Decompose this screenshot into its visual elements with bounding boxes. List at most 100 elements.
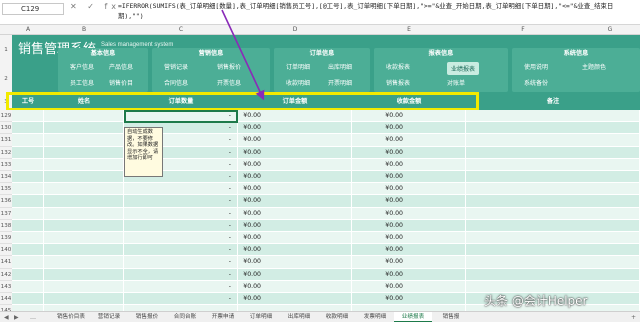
cell-name[interactable]: [44, 110, 124, 122]
nav-button[interactable]: 营销记录: [164, 62, 188, 71]
cell-received[interactable]: ¥0.00: [352, 293, 466, 305]
sheet-tab[interactable]: 业绩报表: [394, 312, 432, 322]
row-number[interactable]: 140: [0, 244, 12, 257]
sheet-tab[interactable]: 收款明细: [318, 312, 356, 322]
row-number[interactable]: 132: [0, 146, 12, 159]
cell-amount[interactable]: ¥0.00: [238, 183, 352, 195]
cell-received[interactable]: ¥0.00: [352, 158, 466, 170]
cell-id[interactable]: [12, 134, 44, 146]
cell-note[interactable]: [466, 244, 640, 256]
nav-button[interactable]: 出库明细: [328, 62, 352, 71]
cell-received[interactable]: ¥0.00: [352, 146, 466, 158]
sheet-tab[interactable]: 营销记录: [90, 312, 128, 322]
cell-id[interactable]: [12, 244, 44, 256]
cell-amount[interactable]: ¥0.00: [238, 110, 352, 122]
cell-received[interactable]: ¥0.00: [352, 207, 466, 219]
cell-amount[interactable]: ¥0.00: [238, 134, 352, 146]
sheet-tab[interactable]: 开票申请: [204, 312, 242, 322]
sheet-tab[interactable]: 出库明细: [280, 312, 318, 322]
column-header-f[interactable]: F: [466, 25, 580, 35]
cell-note[interactable]: [466, 146, 640, 158]
formula-icons[interactable]: ✕ ✓ fx: [70, 2, 120, 11]
cell-qty[interactable]: -: [124, 244, 238, 256]
add-sheet-icon[interactable]: +: [631, 312, 636, 322]
row-number[interactable]: 136: [0, 195, 12, 208]
cell-amount[interactable]: ¥0.00: [238, 122, 352, 134]
cell-received[interactable]: ¥0.00: [352, 134, 466, 146]
nav-button[interactable]: 开票明细: [328, 78, 352, 87]
nav-button[interactable]: 收款明细: [286, 78, 310, 87]
header-note[interactable]: 备注: [466, 94, 640, 110]
cell-note[interactable]: [466, 195, 640, 207]
column-header-a[interactable]: A: [12, 25, 44, 35]
cell-amount[interactable]: ¥0.00: [238, 280, 352, 292]
cell-amount[interactable]: ¥0.00: [238, 244, 352, 256]
cell-name[interactable]: [44, 183, 124, 195]
cell-amount[interactable]: ¥0.00: [238, 158, 352, 170]
cell-name[interactable]: [44, 207, 124, 219]
cell-id[interactable]: [12, 293, 44, 305]
cell-id[interactable]: [12, 219, 44, 231]
cell-received[interactable]: ¥0.00: [352, 195, 466, 207]
row-number[interactable]: 135: [0, 183, 12, 196]
sheet-tab[interactable]: 销售报: [432, 312, 470, 322]
cell-id[interactable]: [12, 171, 44, 183]
name-box[interactable]: C129: [2, 3, 64, 15]
row-number[interactable]: 129: [0, 110, 12, 123]
cell-name[interactable]: [44, 134, 124, 146]
row-number[interactable]: 143: [0, 280, 12, 293]
cell-received[interactable]: ¥0.00: [352, 171, 466, 183]
cell-name[interactable]: [44, 146, 124, 158]
nav-button[interactable]: 业绩报表: [447, 62, 480, 75]
cell-id[interactable]: [12, 110, 44, 122]
cell-amount[interactable]: ¥0.00: [238, 268, 352, 280]
cell-name[interactable]: [44, 122, 124, 134]
row-number[interactable]: 2: [0, 65, 12, 94]
column-header-e[interactable]: E: [352, 25, 466, 35]
nav-button[interactable]: 使用说明: [524, 62, 548, 71]
cell-amount[interactable]: ¥0.00: [238, 232, 352, 244]
cell-note[interactable]: [466, 280, 640, 292]
row-number[interactable]: 139: [0, 232, 12, 245]
nav-button[interactable]: 开票信息: [217, 78, 241, 87]
cell-id[interactable]: [12, 256, 44, 268]
row-number[interactable]: 142: [0, 268, 12, 281]
cell-id[interactable]: [12, 183, 44, 195]
row-number[interactable]: 137: [0, 207, 12, 220]
nav-button[interactable]: 主题颜色: [582, 62, 606, 71]
cell-name[interactable]: [44, 171, 124, 183]
cell-received[interactable]: ¥0.00: [352, 219, 466, 231]
cell-note[interactable]: [466, 207, 640, 219]
cell-id[interactable]: [12, 122, 44, 134]
cell-qty[interactable]: -: [124, 219, 238, 231]
cell-qty[interactable]: -: [124, 232, 238, 244]
cell-id[interactable]: [12, 158, 44, 170]
cell-note[interactable]: [466, 268, 640, 280]
nav-button[interactable]: 合同信息: [164, 78, 188, 87]
cell-id[interactable]: [12, 232, 44, 244]
cell-received[interactable]: ¥0.00: [352, 122, 466, 134]
cell-note[interactable]: [466, 232, 640, 244]
row-number[interactable]: 130: [0, 122, 12, 135]
tab-next-icon[interactable]: ▶: [14, 312, 19, 322]
cell-note[interactable]: [466, 110, 640, 122]
sheet-tab[interactable]: 销售价目表: [52, 312, 90, 322]
cell-name[interactable]: [44, 158, 124, 170]
column-header-d[interactable]: D: [238, 25, 352, 35]
cell-note[interactable]: [466, 219, 640, 231]
cell-amount[interactable]: ¥0.00: [238, 293, 352, 305]
cell-amount[interactable]: ¥0.00: [238, 207, 352, 219]
cell-amount[interactable]: ¥0.00: [238, 146, 352, 158]
row-number[interactable]: 1: [0, 35, 12, 65]
tab-prev-icon[interactable]: ◀: [4, 312, 9, 322]
cell-name[interactable]: [44, 195, 124, 207]
cell-qty[interactable]: -: [124, 207, 238, 219]
cell-id[interactable]: [12, 268, 44, 280]
formula-input[interactable]: =IFERROR(SUMIFS(表_订单明细[数量],表_订单明细[销售员工号]…: [118, 1, 638, 21]
cell-qty[interactable]: -: [124, 183, 238, 195]
sheet-tab[interactable]: 合同台账: [166, 312, 204, 322]
cell-qty[interactable]: -: [124, 268, 238, 280]
cell-received[interactable]: ¥0.00: [352, 232, 466, 244]
column-header-c[interactable]: C: [124, 25, 238, 35]
cell-name[interactable]: [44, 293, 124, 305]
